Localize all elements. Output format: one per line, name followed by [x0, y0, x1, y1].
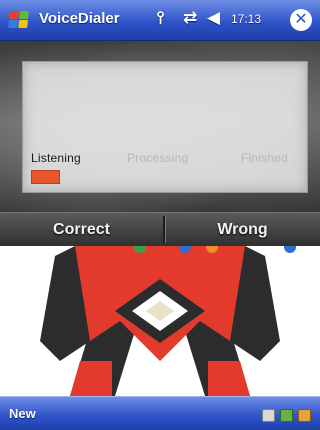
connectivity-icon[interactable] — [262, 409, 275, 422]
sync-tray-icon[interactable] — [280, 409, 293, 422]
clock[interactable]: 17:13 — [231, 12, 261, 26]
stage-listening-label: Listening — [31, 151, 81, 165]
sync-icon[interactable]: ⇄ — [183, 8, 197, 28]
action-bar: Correct Wrong — [0, 212, 320, 246]
start-flag-icon[interactable] — [8, 11, 30, 29]
device-screen: VoiceDialer ⫯ ⇄ ◀ 17:13 ✕ Listening Proc… — [0, 0, 320, 430]
volume-icon[interactable]: ◀ — [207, 8, 220, 28]
battery-icon[interactable] — [298, 409, 311, 422]
close-icon[interactable]: ✕ — [290, 9, 312, 31]
voice-dialer-overlay: Listening Processing Finished Correct Wr… — [0, 41, 320, 246]
listening-progress-bar — [31, 170, 60, 184]
new-menu-button[interactable]: New — [9, 406, 36, 421]
status-panel: Listening Processing Finished — [22, 61, 308, 193]
wrong-button[interactable]: Wrong — [165, 213, 320, 246]
menu-bar: New — [0, 396, 320, 430]
correct-button[interactable]: Correct — [0, 213, 163, 246]
title-bar: VoiceDialer ⫯ ⇄ ◀ 17:13 ✕ — [0, 0, 320, 41]
app-title: VoiceDialer — [39, 10, 120, 27]
stage-finished-label: Finished — [241, 151, 288, 165]
signal-icon[interactable]: ⫯ — [157, 8, 164, 28]
stage-processing-label: Processing — [127, 151, 189, 165]
